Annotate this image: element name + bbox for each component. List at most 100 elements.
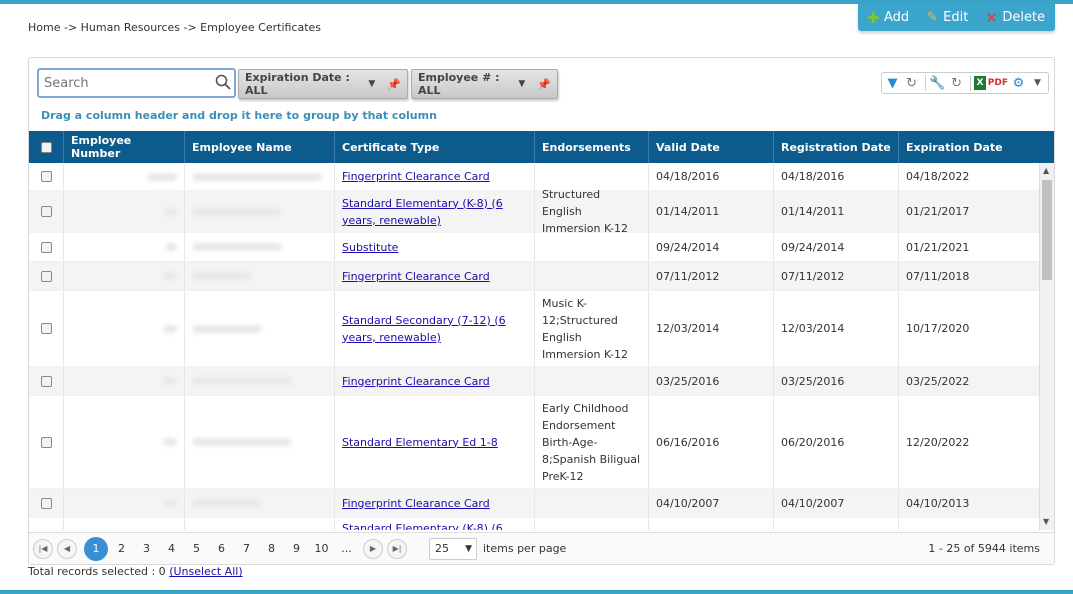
- certificate-link[interactable]: Fingerprint Clearance Card: [342, 168, 490, 185]
- table-row[interactable]: Fingerprint Clearance Card 07/11/2012 07…: [29, 262, 1039, 291]
- page-number[interactable]: 7: [234, 542, 259, 555]
- certificate-link[interactable]: Standard Elementary (K-8) (6: [342, 520, 503, 530]
- scroll-up-icon[interactable]: ▲: [1043, 166, 1049, 175]
- valid-date-cell: 03/25/2016: [649, 367, 774, 395]
- delete-button[interactable]: ✕ Delete: [984, 9, 1045, 27]
- group-drop-area[interactable]: Drag a column header and drop it here to…: [41, 109, 437, 122]
- row-checkbox[interactable]: [40, 241, 52, 253]
- table-row[interactable]: Fingerprint Clearance Card 03/25/2016 03…: [29, 367, 1039, 396]
- next-page-icon[interactable]: ▶: [363, 538, 383, 559]
- table-row[interactable]: Standard Elementary Ed 1-8 Early Childho…: [29, 396, 1039, 489]
- wrench-icon[interactable]: 🔧: [929, 74, 946, 92]
- employee-name-cell: [185, 367, 335, 395]
- pin-icon[interactable]: 📌: [387, 78, 401, 91]
- page-number[interactable]: 3: [134, 542, 159, 555]
- search-icon[interactable]: [215, 74, 231, 90]
- row-checkbox[interactable]: [40, 206, 52, 217]
- redacted-value: [147, 172, 177, 181]
- scroll-down-icon[interactable]: ▼: [1043, 517, 1049, 526]
- column-header-registration-date[interactable]: Registration Date: [774, 131, 899, 163]
- table-row[interactable]: Standard Elementary (K-8) (6 years, rene…: [29, 188, 1039, 235]
- page-number[interactable]: 4: [159, 542, 184, 555]
- select-all-checkbox[interactable]: [40, 141, 52, 153]
- row-checkbox[interactable]: [40, 323, 52, 334]
- employee-number-cell: [64, 367, 185, 395]
- page-number[interactable]: 6: [209, 542, 234, 555]
- column-header-certificate-type[interactable]: Certificate Type: [335, 131, 535, 163]
- endorsements-cell: Structured English Immersion K-12: [535, 188, 649, 235]
- pencil-icon: ✎: [926, 10, 938, 25]
- valid-date-cell: 12/03/2014: [649, 291, 774, 366]
- redacted-value: [192, 438, 292, 446]
- page-number[interactable]: 5: [184, 542, 209, 555]
- filter-icon[interactable]: ▼: [884, 74, 901, 92]
- employee-number-cell: [64, 489, 185, 517]
- column-header-endorsements[interactable]: Endorsements: [535, 131, 649, 163]
- first-page-icon[interactable]: |◀: [33, 538, 53, 559]
- redacted-value: [192, 377, 292, 385]
- page-number-1[interactable]: 1: [84, 536, 108, 561]
- search-input[interactable]: [39, 70, 209, 96]
- certificate-link[interactable]: Standard Elementary (K-8) (6 years, rene…: [342, 195, 527, 229]
- page-ellipsis[interactable]: ...: [334, 542, 359, 555]
- add-button[interactable]: ✚ Add: [866, 9, 909, 27]
- page-number[interactable]: 8: [259, 542, 284, 555]
- expiration-date-cell: [899, 518, 1024, 530]
- employee-number-cell: [64, 291, 185, 366]
- column-header-expiration-date[interactable]: Expiration Date: [899, 131, 1024, 163]
- page-size-select[interactable]: 25 ▼: [429, 537, 477, 560]
- page-number[interactable]: 10: [309, 542, 334, 555]
- certificate-link[interactable]: Standard Secondary (7-12) (6 years, rene…: [342, 312, 527, 346]
- gear-icon[interactable]: ⚙: [1010, 74, 1027, 92]
- scrollbar-thumb[interactable]: [1042, 180, 1052, 280]
- employee-name-cell: [185, 163, 335, 190]
- certificate-link[interactable]: Fingerprint Clearance Card: [342, 495, 490, 512]
- registration-date-cell: 04/18/2016: [774, 163, 899, 190]
- column-header-employee-name[interactable]: Employee Name: [185, 131, 335, 163]
- vertical-scrollbar[interactable]: ▲ ▼: [1039, 163, 1054, 530]
- unselect-all-link[interactable]: (Unselect All): [169, 565, 242, 578]
- table-row[interactable]: Standard Secondary (7-12) (6 years, rene…: [29, 291, 1039, 367]
- refresh-icon[interactable]: ↻: [948, 74, 965, 92]
- redacted-value: [192, 324, 262, 333]
- filter-expiration-date[interactable]: Expiration Date : ALL ▼ 📌: [238, 69, 408, 99]
- pdf-icon[interactable]: PDF: [988, 74, 1008, 92]
- table-row[interactable]: Standard Elementary (K-8) (6: [29, 518, 1039, 530]
- page-number[interactable]: 9: [284, 542, 309, 555]
- page-size-value: 25: [435, 542, 449, 555]
- column-header-valid-date[interactable]: Valid Date: [649, 131, 774, 163]
- table-row[interactable]: Substitute 09/24/2014 09/24/2014 01/21/2…: [29, 233, 1039, 262]
- page-number[interactable]: 2: [109, 542, 134, 555]
- refresh-filter-icon[interactable]: ↻: [903, 74, 920, 92]
- registration-date-cell: [774, 518, 899, 530]
- add-label: Add: [884, 10, 910, 25]
- prev-page-icon[interactable]: ◀: [57, 538, 77, 559]
- last-page-icon[interactable]: ▶|: [387, 538, 407, 559]
- chevron-down-icon[interactable]: ▼: [1029, 74, 1046, 92]
- column-header-employee-number[interactable]: Employee Number: [64, 131, 185, 163]
- certificate-link[interactable]: Fingerprint Clearance Card: [342, 373, 490, 390]
- redacted-value: [192, 207, 282, 216]
- row-checkbox[interactable]: [40, 375, 52, 387]
- pin-icon[interactable]: 📌: [537, 78, 551, 91]
- table-row[interactable]: Fingerprint Clearance Card 04/10/2007 04…: [29, 489, 1039, 518]
- registration-date-cell: 12/03/2014: [774, 291, 899, 366]
- employee-name-cell: [185, 233, 335, 261]
- row-checkbox[interactable]: [40, 436, 52, 448]
- row-checkbox[interactable]: [40, 497, 52, 509]
- certificate-type-cell: Fingerprint Clearance Card: [335, 262, 535, 290]
- table-row[interactable]: Fingerprint Clearance Card 04/18/2016 04…: [29, 163, 1039, 191]
- row-checkbox[interactable]: [40, 171, 52, 182]
- row-select-cell: [29, 233, 64, 261]
- filter-employee-number[interactable]: Employee # : ALL ▼ 📌: [411, 69, 558, 99]
- row-checkbox[interactable]: [40, 270, 52, 282]
- selection-status: Total records selected : 0 (Unselect All…: [28, 565, 243, 578]
- expiration-date-cell: 07/11/2018: [906, 269, 970, 283]
- certificate-link[interactable]: Substitute: [342, 239, 398, 256]
- certificate-link[interactable]: Fingerprint Clearance Card: [342, 268, 490, 285]
- excel-icon[interactable]: X: [973, 76, 986, 90]
- endorsements-cell: Music K-12;Structured English Immersion …: [535, 291, 649, 366]
- edit-button[interactable]: ✎ Edit: [925, 10, 969, 25]
- certificate-link[interactable]: Standard Elementary Ed 1-8: [342, 434, 498, 451]
- redacted-value: [163, 272, 177, 280]
